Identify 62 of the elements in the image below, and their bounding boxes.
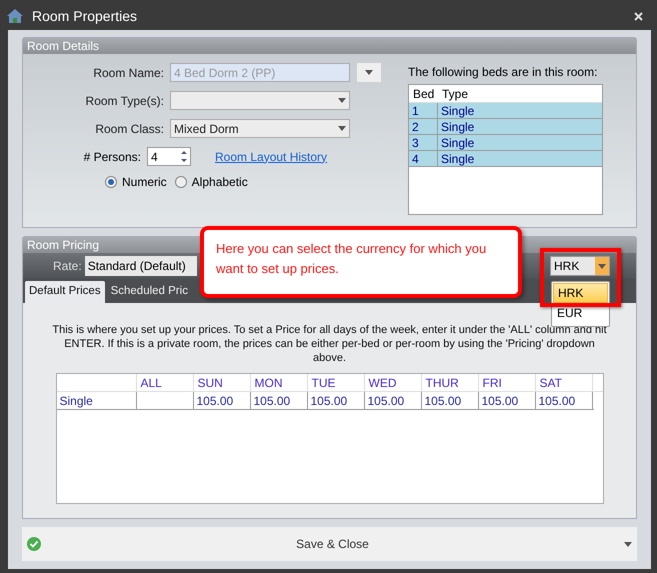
column-header: SUN bbox=[194, 374, 250, 391]
room-layout-history-link[interactable]: Room Layout History bbox=[215, 148, 328, 166]
price-cell[interactable]: 105.00 bbox=[422, 392, 478, 409]
dropdown-caret-icon bbox=[338, 98, 346, 103]
bed-row[interactable]: 1 Single bbox=[409, 103, 602, 119]
column-header: SAT bbox=[536, 374, 592, 391]
radio-button[interactable] bbox=[174, 176, 187, 188]
bed-cell-text: Single bbox=[440, 150, 476, 166]
save-close-button[interactable]: Save & Close bbox=[22, 527, 637, 561]
caret-icon bbox=[598, 264, 606, 268]
field-label: Room Name: bbox=[92, 64, 165, 82]
column-header: THUR bbox=[422, 374, 478, 391]
currency-dropdown[interactable]: HRK bbox=[550, 256, 610, 276]
dropdown-button[interactable] bbox=[357, 63, 381, 82]
currency-option[interactable]: EUR bbox=[553, 303, 608, 323]
price-cell[interactable]: 105.00 bbox=[194, 392, 250, 409]
radio-label: Alphabetic bbox=[192, 174, 248, 191]
field-value: Mixed Dorm bbox=[174, 120, 239, 138]
bed-row[interactable]: 2 Single bbox=[409, 119, 602, 135]
bed-cell-text: Single bbox=[440, 102, 476, 118]
rate-dropdown[interactable]: Standard (Default) bbox=[84, 256, 197, 276]
price-cell[interactable]: Single bbox=[56, 392, 136, 409]
dropdown-field[interactable] bbox=[170, 91, 350, 110]
tab[interactable]: Scheduled Pric bbox=[106, 281, 192, 303]
column-header: Bed bbox=[412, 86, 436, 102]
currency-option[interactable]: HRK bbox=[553, 283, 608, 303]
rate-label: Rate: bbox=[53, 258, 82, 275]
field-label: Room Class: bbox=[94, 120, 165, 138]
field-label: Room Type(s): bbox=[84, 92, 165, 110]
price-cell[interactable]: 105.00 bbox=[478, 392, 536, 409]
window-title: Room Properties bbox=[32, 6, 138, 26]
bed-cell-text: Single bbox=[440, 118, 476, 134]
panel-header: Room Details bbox=[23, 38, 636, 54]
close-icon[interactable] bbox=[634, 12, 643, 20]
column-header: Type bbox=[441, 86, 470, 102]
column-header: FRI bbox=[478, 374, 536, 391]
column-header: TUE bbox=[308, 374, 364, 391]
check-icon bbox=[27, 537, 41, 551]
persons-spinner[interactable]: 4 bbox=[147, 147, 191, 166]
bed-row[interactable]: 4 Single bbox=[409, 151, 602, 167]
annotation-tooltip: Here you can select the currency for which you want to set up prices. bbox=[200, 226, 522, 298]
column-header: WED bbox=[364, 374, 422, 391]
radio-button[interactable] bbox=[105, 176, 117, 188]
price-cell[interactable]: 105.00 bbox=[536, 392, 592, 409]
price-cell[interactable]: 105.00 bbox=[250, 392, 308, 409]
caret-icon bbox=[365, 70, 373, 75]
persons-label: # Persons: bbox=[82, 148, 142, 166]
column-header: ALL bbox=[136, 374, 194, 391]
house-icon bbox=[6, 7, 24, 25]
field-value: 4 Bed Dorm 2 (PP) bbox=[174, 64, 276, 82]
tab[interactable]: Default Prices bbox=[25, 281, 105, 303]
dropdown-caret-icon bbox=[338, 126, 346, 131]
dropdown-caret-icon bbox=[624, 542, 632, 546]
radio-label: Numeric bbox=[122, 174, 167, 191]
price-cell[interactable]: 105.00 bbox=[364, 392, 422, 409]
bed-row[interactable]: 3 Single bbox=[409, 135, 602, 151]
dropdown-field[interactable]: Mixed Dorm bbox=[170, 119, 350, 138]
column-header: MON bbox=[250, 374, 308, 391]
beds-caption: The following beds are in this room: bbox=[408, 64, 598, 81]
bed-cell: 4 bbox=[409, 150, 438, 166]
price-cell[interactable]: 105.00 bbox=[308, 392, 364, 409]
bed-cell-text: Single bbox=[440, 134, 476, 150]
